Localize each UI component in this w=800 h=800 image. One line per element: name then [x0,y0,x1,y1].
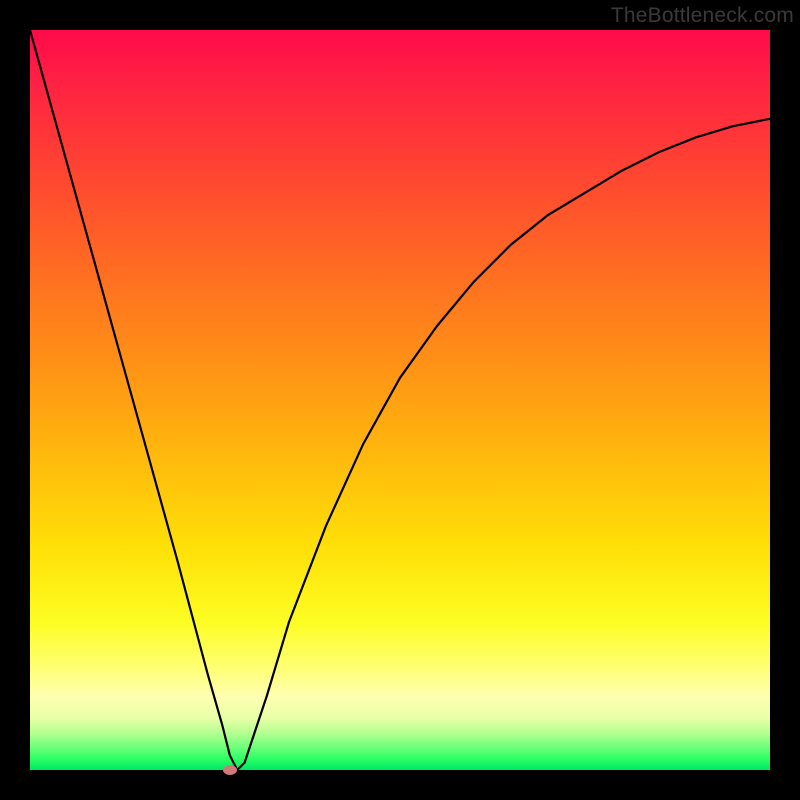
minimum-marker-icon [223,765,237,775]
chart-frame: TheBottleneck.com [0,0,800,800]
watermark-text: TheBottleneck.com [611,4,794,28]
curve-layer [30,30,770,770]
plot-area [30,30,770,770]
bottleneck-curve [30,30,770,770]
